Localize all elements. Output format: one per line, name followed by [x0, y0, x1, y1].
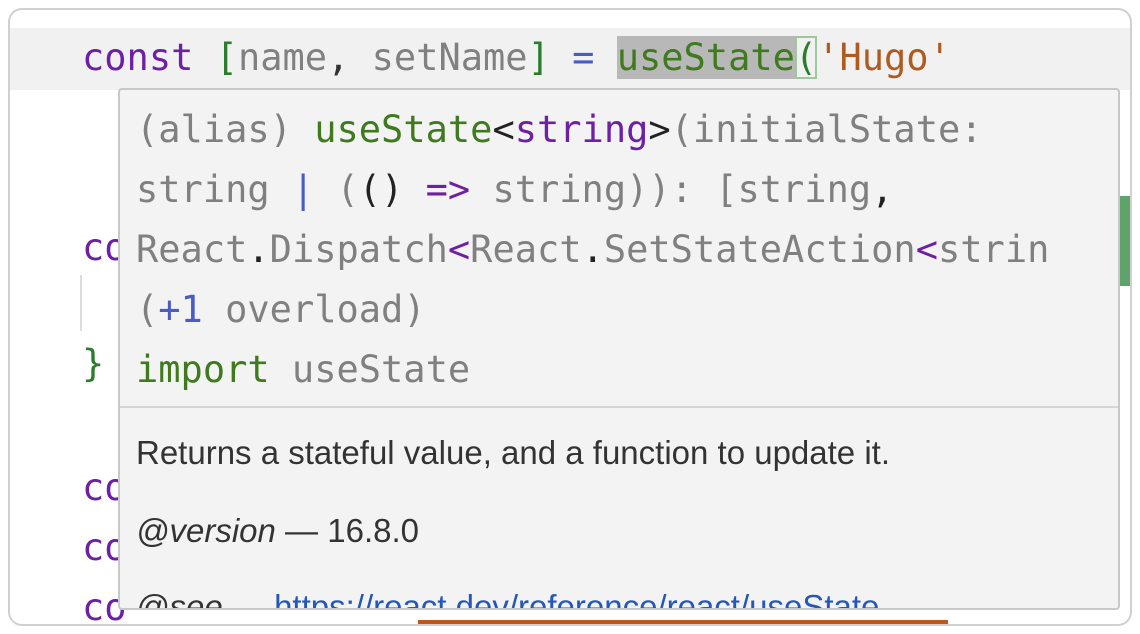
sig-l3-d: SetStateAction — [603, 228, 916, 271]
overload-count: +1 — [158, 288, 203, 331]
sig-l2-paren: () — [358, 168, 404, 211]
import-keyword: import — [136, 348, 270, 391]
sig-type-param: string — [514, 108, 649, 151]
hovered-function-usestate[interactable]: useState — [616, 36, 795, 79]
comma: , — [327, 36, 350, 79]
code-line-3[interactable]: } — [82, 334, 104, 394]
tooltip-divider — [120, 406, 1118, 408]
see-link[interactable]: https://react.dev/reference/react/useSta… — [274, 588, 879, 608]
sig-l2-a: string — [136, 168, 292, 211]
sig-pipe: | — [291, 168, 315, 211]
alias-label: (alias) — [136, 108, 315, 151]
sig-l3-lt2: < — [915, 228, 938, 271]
sig-l3-dot1: . — [247, 228, 270, 271]
import-name: useState — [269, 348, 471, 391]
sig-l3-lt1: < — [447, 228, 471, 271]
equals-operator: = — [572, 36, 595, 79]
change-marker — [1120, 196, 1130, 286]
keyword-const: const — [82, 36, 194, 79]
see-sep: — — [222, 588, 275, 610]
signature-function-name: useState — [314, 108, 493, 151]
sig-l3-c: React — [470, 228, 582, 271]
identifier-name: name — [237, 36, 328, 79]
sig-l3-e: strin — [938, 228, 1050, 271]
see-tag: @see — [136, 588, 223, 610]
hover-tooltip[interactable]: (alias) useState<string>(initialState: s… — [118, 88, 1120, 610]
code-line-1[interactable]: const [name, setName] = useState('Hugo' — [82, 28, 951, 88]
string-literal: 'Hugo' — [817, 36, 951, 79]
sig-gt: > — [648, 108, 671, 151]
bracket-close: ] — [527, 36, 550, 79]
sig-l2-c: string)): [string — [470, 168, 872, 211]
version-tag: @version — [136, 512, 276, 549]
paren-open: ( — [794, 36, 818, 79]
doc-see: @see — https://react.dev/reference/react… — [136, 588, 879, 610]
sig-l4-b: overload) — [202, 288, 426, 331]
sig-l3-a: React — [136, 228, 248, 271]
doc-description: Returns a stateful value, and a function… — [136, 434, 890, 471]
doc-version: @version — 16.8.0 — [136, 512, 419, 550]
editor-window: const [name, setName] = useState('Hugo' … — [8, 8, 1132, 626]
version-value: 16.8.0 — [327, 512, 419, 549]
sig-l2-b: ( — [314, 168, 359, 211]
indent-guide — [80, 275, 82, 331]
sig-l3-dot2: . — [581, 228, 604, 271]
error-squiggle — [418, 620, 948, 624]
version-sep: — — [275, 512, 328, 549]
sig-l3-b: Dispatch — [269, 228, 448, 271]
sig-l4-a: ( — [136, 288, 159, 331]
sig-l2-comma: , — [871, 168, 894, 211]
sig-params: (initialState: — [670, 108, 983, 151]
identifier-setname: setName — [371, 36, 528, 79]
type-signature: (alias) useState<string>(initialState: s… — [136, 100, 1049, 400]
bracket-open: [ — [215, 36, 238, 79]
sig-arrow: => — [403, 168, 471, 211]
sig-lt: < — [492, 108, 515, 151]
